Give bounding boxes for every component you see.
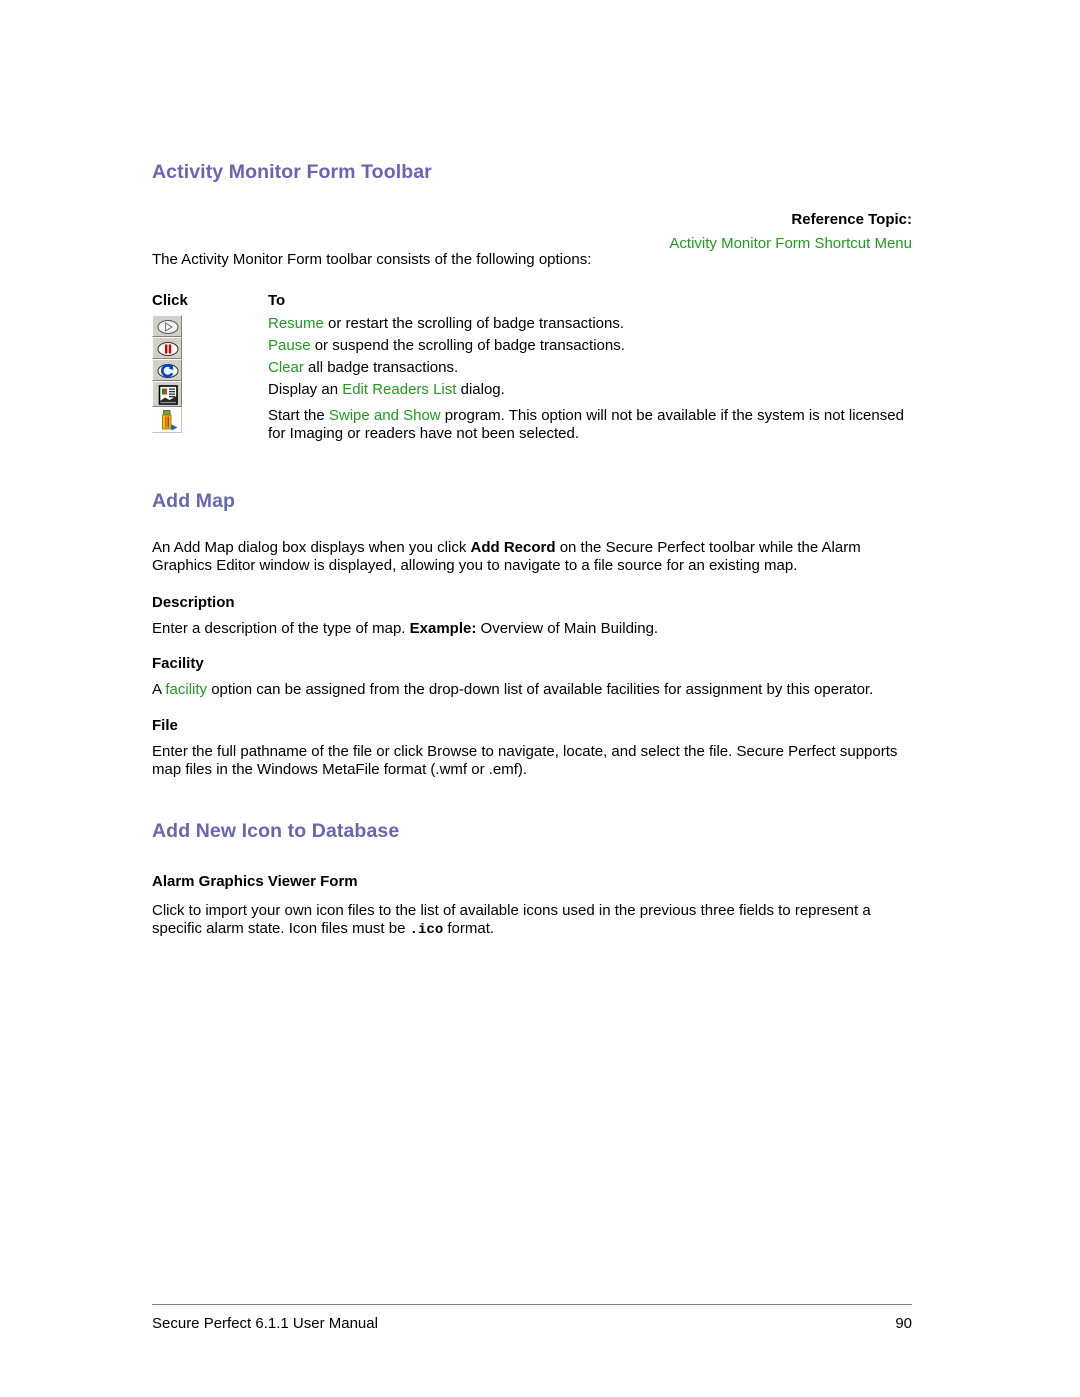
description-field-paragraph: Enter a description of the type of map. … xyxy=(152,620,912,639)
pause-text: or suspend the scrolling of badge transa… xyxy=(310,336,625,354)
table-row: Start the Swipe and Show program. This o… xyxy=(152,406,912,444)
page-title-activity-monitor-form-toolbar: Activity Monitor Form Toolbar xyxy=(152,161,432,183)
resume-link[interactable]: Resume xyxy=(268,315,324,332)
field-heading-facility: Facility xyxy=(152,655,204,672)
subheading-alarm-graphics-viewer-form: Alarm Graphics Viewer Form xyxy=(152,872,358,890)
description-cell: Start the Swipe and Show program. This o… xyxy=(268,407,912,444)
add-map-intro-paragraph: An Add Map dialog box displays when you … xyxy=(152,539,912,576)
field-heading-file: File xyxy=(152,716,178,734)
ico-extension-text: .ico xyxy=(409,922,444,938)
clear-refresh-icon[interactable] xyxy=(152,358,182,381)
table-row: Display an Edit Readers List dialog. xyxy=(152,380,912,407)
toolbar-intro-paragraph: The Activity Monitor Form toolbar consis… xyxy=(152,251,592,268)
swipe-and-show-icon[interactable] xyxy=(152,406,182,433)
description-cell: Resume or restart the scrolling of badge… xyxy=(268,315,912,337)
pause-icon[interactable] xyxy=(152,336,182,359)
toolbar-options-table: Click To Resume or restart the scrolling… xyxy=(152,292,912,444)
manual-page: Activity Monitor Form Toolbar Reference … xyxy=(0,0,1080,1397)
pause-link[interactable]: Pause xyxy=(268,337,311,354)
footer-manual-title: Secure Perfect 6.1.1 User Manual xyxy=(152,1315,378,1332)
footer-page-number: 90 xyxy=(895,1315,912,1332)
column-header-to: To xyxy=(268,291,286,309)
resume-text: or restart the scrolling of badge transa… xyxy=(323,314,625,332)
description-cell: Clear all badge transactions. xyxy=(268,359,912,381)
add-new-icon-part1: Click to import your own icon files to t… xyxy=(152,901,871,938)
footer-row: Secure Perfect 6.1.1 User Manual 90 xyxy=(152,1315,912,1332)
clear-link[interactable]: Clear xyxy=(268,359,304,376)
edit-readers-list-icon[interactable] xyxy=(152,380,182,407)
description-part1: Enter a description of the type of map. xyxy=(152,619,410,637)
edit-readers-text: dialog. xyxy=(456,380,505,398)
field-heading-description: Description xyxy=(152,593,235,611)
icon-cell xyxy=(152,336,268,359)
description-cell: Display an Edit Readers List dialog. xyxy=(268,381,912,407)
page-title-add-map: Add Map xyxy=(152,489,236,512)
icon-cell xyxy=(152,380,268,407)
table-header-row: Click To xyxy=(152,292,912,315)
description-part2: Overview of Main Building. xyxy=(476,619,659,637)
facility-part1: A xyxy=(152,681,166,698)
edit-readers-list-link[interactable]: Edit Readers List xyxy=(342,381,456,398)
swipe-and-show-link[interactable]: Swipe and Show xyxy=(329,407,441,424)
swipe-show-prefix: Start the xyxy=(268,406,329,424)
icon-cell xyxy=(152,406,268,444)
file-field-paragraph: Enter the full pathname of the file or c… xyxy=(152,742,898,779)
resume-play-icon[interactable] xyxy=(152,314,182,337)
add-new-icon-part2: format. xyxy=(443,920,495,937)
add-new-icon-paragraph: Click to import your own icon files to t… xyxy=(152,902,912,940)
add-map-intro-part1: An Add Map dialog box displays when you … xyxy=(152,538,471,556)
table-row: Resume or restart the scrolling of badge… xyxy=(152,314,912,337)
footer-divider xyxy=(152,1304,912,1305)
reference-topic-block: Reference Topic: Activity Monitor Form S… xyxy=(152,212,912,251)
page-title-add-new-icon-to-database: Add New Icon to Database xyxy=(152,819,400,842)
reference-topic-label: Reference Topic: xyxy=(791,211,912,228)
icon-cell xyxy=(152,314,268,337)
facility-part2: option can be assigned from the drop-dow… xyxy=(207,681,874,698)
table-row: Clear all badge transactions. xyxy=(152,358,912,381)
icon-cell xyxy=(152,358,268,381)
column-header-click: Click xyxy=(152,291,188,309)
reference-topic-link[interactable]: Activity Monitor Form Shortcut Menu xyxy=(152,236,912,251)
clear-text: all badge transactions. xyxy=(303,358,459,376)
table-row: Pause or suspend the scrolling of badge … xyxy=(152,336,912,359)
page-content: Activity Monitor Form Toolbar Reference … xyxy=(152,0,912,940)
facility-field-paragraph: A facility option can be assigned from t… xyxy=(152,681,912,700)
add-record-bold: Add Record xyxy=(470,538,556,556)
page-footer: Secure Perfect 6.1.1 User Manual 90 xyxy=(152,1304,912,1332)
facility-link[interactable]: facility xyxy=(165,681,207,698)
example-bold: Example: xyxy=(409,619,477,637)
description-cell: Pause or suspend the scrolling of badge … xyxy=(268,337,912,359)
edit-readers-prefix: Display an xyxy=(268,380,343,398)
